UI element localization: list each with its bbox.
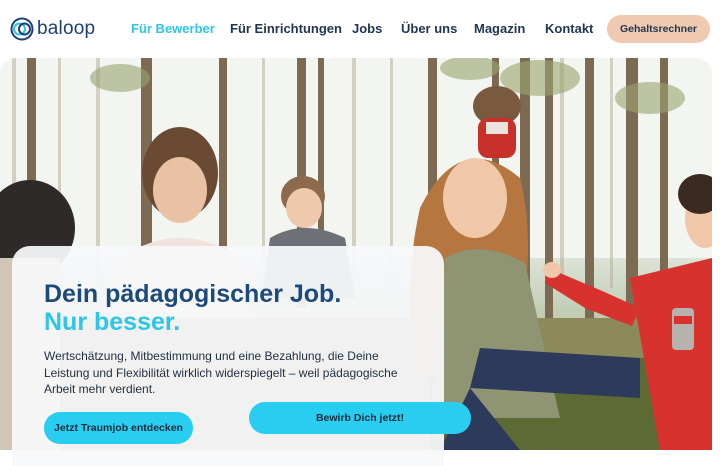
nav-item-ueber-uns[interactable]: Über uns xyxy=(401,21,457,37)
nav-item-jobs[interactable]: Jobs xyxy=(352,21,382,37)
hero-intro-text: Wertschätzung, Mitbestimmung und eine Be… xyxy=(44,349,398,396)
brand-logo[interactable]: baloop xyxy=(10,17,95,41)
nav-item-fuer-bewerber[interactable]: Für Bewerber xyxy=(131,21,215,37)
nav-item-fuer-einrichtungen[interactable]: Für Einrichtungen xyxy=(230,21,342,37)
apply-now-button[interactable]: Bewirb Dich jetzt! xyxy=(249,402,471,434)
top-navigation: baloop Für Bewerber Für Einrichtungen Jo… xyxy=(0,0,720,58)
baloop-logo-icon xyxy=(10,17,34,41)
hero-headline-accent: Nur besser. xyxy=(44,308,181,336)
salary-calculator-button[interactable]: Gehaltsrechner xyxy=(607,15,710,43)
nav-item-kontakt[interactable]: Kontakt xyxy=(545,21,593,37)
nav-item-magazin[interactable]: Magazin xyxy=(474,21,525,37)
discover-dream-job-button[interactable]: Jetzt Traumjob entdecken xyxy=(44,412,193,444)
hero-headline: Dein pädagogischer Job. xyxy=(44,280,342,308)
brand-name: baloop xyxy=(37,18,96,39)
